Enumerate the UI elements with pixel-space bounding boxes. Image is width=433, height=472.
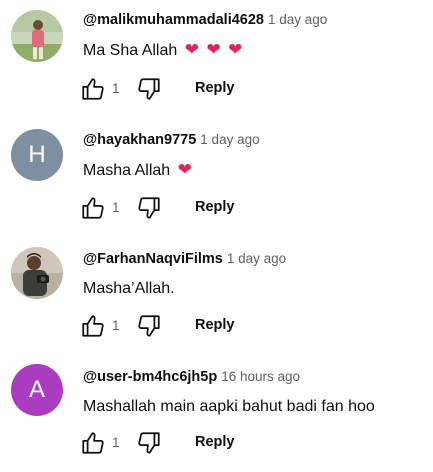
timestamp[interactable]: 1 day ago: [268, 12, 327, 27]
thumbs-up-icon: [82, 78, 104, 100]
thumbs-up-icon: [82, 432, 104, 454]
like-count: 1: [112, 435, 120, 450]
reply-button[interactable]: Reply: [195, 199, 235, 215]
thumbs-down-icon: [138, 197, 160, 219]
author-name[interactable]: @user-bm4hc6jh5p: [83, 369, 217, 385]
heart-emoji: ❤: [206, 40, 221, 60]
comment-actions: 1 Reply: [80, 195, 260, 221]
thumbs-up-icon: [82, 315, 104, 337]
dislike-button[interactable]: [136, 195, 162, 221]
avatar[interactable]: [11, 10, 63, 62]
timestamp[interactable]: 1 day ago: [227, 251, 286, 266]
author-name[interactable]: @hayakhan9775: [83, 132, 196, 148]
heart-emoji: ❤: [228, 40, 243, 60]
comment-header: @hayakhan9775 1 day ago: [83, 131, 260, 149]
comment-text: Mashallah main aapki bahut badi fan hoo: [83, 397, 375, 417]
comment-body: Ma Sha Allah: [83, 42, 178, 59]
comment-body: Masha’Allah.: [83, 280, 175, 297]
comment-body: Masha Allah: [83, 162, 171, 179]
comment-text: Masha’Allah.: [83, 279, 175, 299]
dislike-button[interactable]: [136, 430, 162, 456]
thumbs-down-icon: [138, 315, 160, 337]
comment-header: @malikmuhammadali4628 1 day ago: [83, 11, 327, 29]
comment-actions: 1 Reply: [80, 76, 260, 102]
like-count: 1: [112, 81, 120, 96]
timestamp[interactable]: 16 hours ago: [221, 369, 300, 384]
avatar-letter: A: [28, 376, 45, 403]
thumbs-down-icon: [138, 78, 160, 100]
avatar[interactable]: [11, 247, 63, 299]
like-button[interactable]: [80, 76, 106, 102]
comment-text: Ma Sha Allah ❤ ❤ ❤: [83, 40, 242, 61]
comment-header: @FarhanNaqviFilms 1 day ago: [83, 250, 286, 268]
comment-body: Mashallah main aapki bahut badi fan hoo: [83, 398, 375, 415]
heart-emoji: ❤: [177, 160, 192, 180]
author-name[interactable]: @malikmuhammadali4628: [83, 12, 264, 28]
reply-button[interactable]: Reply: [195, 434, 235, 450]
thumbs-up-icon: [82, 197, 104, 219]
avatar[interactable]: A: [11, 364, 63, 416]
avatar-letter: H: [28, 141, 46, 168]
like-count: 1: [112, 200, 120, 215]
reply-button[interactable]: Reply: [195, 317, 235, 333]
heart-emoji: ❤: [184, 40, 199, 60]
author-name[interactable]: @FarhanNaqviFilms: [83, 251, 223, 267]
dislike-button[interactable]: [136, 313, 162, 339]
comment-header: @user-bm4hc6jh5p 16 hours ago: [83, 368, 300, 386]
like-button[interactable]: [80, 313, 106, 339]
timestamp[interactable]: 1 day ago: [200, 132, 259, 147]
like-button[interactable]: [80, 195, 106, 221]
comment-actions: 1 Reply: [80, 430, 260, 456]
comment-actions: 1 Reply: [80, 313, 260, 339]
like-count: 1: [112, 318, 120, 333]
thumbs-down-icon: [138, 432, 160, 454]
avatar[interactable]: H: [11, 129, 63, 181]
like-button[interactable]: [80, 430, 106, 456]
dislike-button[interactable]: [136, 76, 162, 102]
reply-button[interactable]: Reply: [195, 80, 235, 96]
comment-text: Masha Allah ❤: [83, 160, 192, 181]
